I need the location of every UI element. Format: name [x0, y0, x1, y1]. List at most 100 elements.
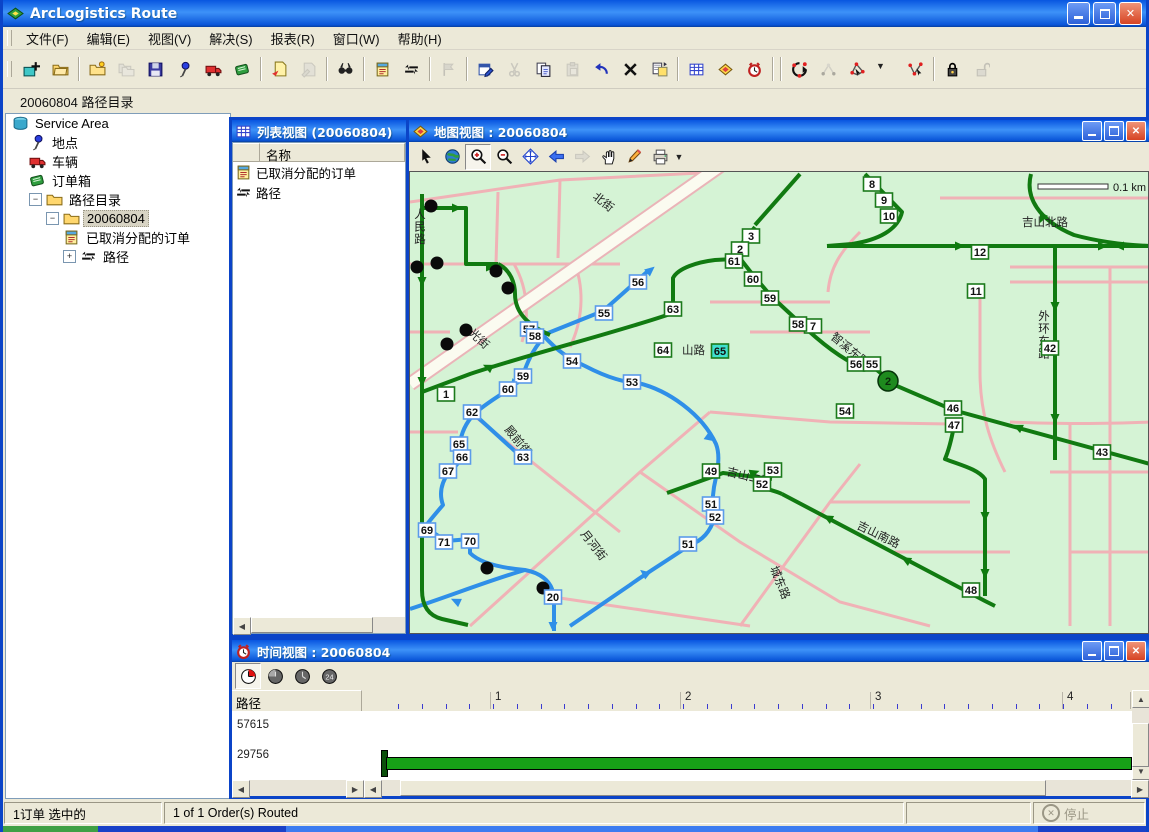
tree-item-Service Area[interactable]: Service Area: [6, 114, 230, 133]
unassigned-order-dot[interactable]: [441, 338, 454, 351]
scroll-left-button[interactable]: ◀: [233, 617, 251, 635]
map-stop-60[interactable]: 60: [500, 382, 517, 396]
map-stop-59[interactable]: 59: [762, 291, 779, 305]
toolbar-location-pin-button[interactable]: [170, 55, 199, 84]
toolbar-dropdown-button[interactable]: ▼: [872, 55, 901, 84]
toolbar-copy-button[interactable]: [529, 55, 558, 84]
map-stop-59[interactable]: 59: [515, 369, 532, 383]
unassigned-order-dot[interactable]: [481, 562, 494, 575]
map-stop-63[interactable]: 63: [665, 302, 682, 316]
menu-编辑(E)[interactable]: 编辑(E): [78, 27, 139, 50]
map-stop-71[interactable]: 71: [436, 535, 453, 549]
map-stop-66[interactable]: 66: [454, 450, 471, 464]
toolbar-network-cursor-button[interactable]: [843, 55, 872, 84]
unassigned-order-dot[interactable]: [411, 261, 424, 274]
timetool-clock-24-button[interactable]: 24: [316, 663, 342, 689]
tree-item-已取消分配的订单[interactable]: 已取消分配的订单: [6, 228, 230, 247]
toolbar-paste-new-button[interactable]: [645, 55, 674, 84]
maptool-zoom-out-button[interactable]: [491, 144, 517, 170]
time-minimize-button[interactable]: [1082, 641, 1102, 661]
maptool-globe-button[interactable]: [439, 144, 465, 170]
map-view-titlebar[interactable]: 地图视图 : 20060804 ✕: [409, 120, 1149, 142]
toolbar-new-folder-button[interactable]: [83, 55, 112, 84]
route-row-29756[interactable]: 29756: [237, 749, 269, 761]
map-stop-43[interactable]: 43: [1094, 445, 1111, 459]
toolbar-open-folder-button[interactable]: [46, 55, 75, 84]
map-stop-65[interactable]: 65: [451, 437, 468, 451]
toolbar-map-view-button[interactable]: [711, 55, 740, 84]
stop-button[interactable]: ✕ 停止: [1033, 802, 1145, 824]
maptool-pan-button[interactable]: [595, 144, 621, 170]
map-stop-62[interactable]: 62: [464, 405, 481, 419]
maptool-pointer-button[interactable]: [413, 144, 439, 170]
toolbar-new-service-area-button[interactable]: [17, 55, 46, 84]
scroll-thumb[interactable]: [1132, 723, 1149, 767]
map-close-button[interactable]: ✕: [1126, 121, 1146, 141]
map-stop-3[interactable]: 3: [743, 229, 760, 243]
menu-帮助(H)[interactable]: 帮助(H): [389, 27, 451, 50]
toolbar-time-view-button[interactable]: [740, 55, 769, 84]
map-stop-53[interactable]: 53: [765, 463, 782, 477]
map-stop-42[interactable]: 42: [1042, 341, 1059, 355]
map-stop-11[interactable]: 11: [968, 284, 985, 298]
menu-视图(V)[interactable]: 视图(V): [139, 27, 200, 50]
list-item-路径[interactable]: 路径: [233, 182, 405, 202]
toolbar-undo-button[interactable]: [587, 55, 616, 84]
scroll-left-button[interactable]: ◀: [364, 780, 382, 798]
map-stop-51[interactable]: 51: [703, 497, 720, 511]
list-hscrollbar[interactable]: ◀: [233, 617, 405, 633]
timetool-clock-shade-button[interactable]: [262, 663, 288, 689]
tree-item-路径目录[interactable]: −路径目录: [6, 190, 230, 209]
map-minimize-button[interactable]: [1082, 121, 1102, 141]
time-close-button[interactable]: ✕: [1126, 641, 1146, 661]
maptool-back-button[interactable]: [543, 144, 569, 170]
map-maximize-button[interactable]: [1104, 121, 1124, 141]
map-stop-65[interactable]: 65: [712, 344, 729, 358]
map-stop-47[interactable]: 47: [946, 418, 963, 432]
map-stop-55[interactable]: 55: [596, 306, 613, 320]
map-stop-52[interactable]: 52: [754, 477, 771, 491]
map-stop-70[interactable]: 70: [462, 534, 479, 548]
map-stop-58[interactable]: 58: [790, 317, 807, 331]
close-button[interactable]: ✕: [1119, 2, 1142, 25]
scroll-up-button[interactable]: ▲: [1132, 690, 1149, 708]
toolbar-orders-pad-button[interactable]: [368, 55, 397, 84]
time-vscrollbar[interactable]: ▲ ▼: [1132, 690, 1149, 780]
scroll-right-button[interactable]: ▶: [1131, 780, 1149, 798]
timetool-clock-quarter-button[interactable]: [235, 663, 261, 689]
unassigned-order-dot[interactable]: [490, 265, 503, 278]
time-view-titlebar[interactable]: 时间视图 : 20060804 ✕: [232, 640, 1149, 662]
tree-item-订单箱[interactable]: 订单箱: [6, 171, 230, 190]
tree-expander[interactable]: +: [63, 250, 76, 263]
toolbar-save-button[interactable]: [141, 55, 170, 84]
map-stop-52[interactable]: 52: [707, 510, 724, 524]
time-column-route[interactable]: 路径: [232, 690, 362, 711]
list-item-已取消分配的订单[interactable]: 已取消分配的订单: [233, 162, 405, 182]
tree-expander[interactable]: −: [29, 193, 42, 206]
map-stop-61[interactable]: 61: [726, 254, 743, 268]
map-stop-69[interactable]: 69: [419, 523, 436, 537]
toolbar-delete-button[interactable]: [616, 55, 645, 84]
map-stop-1[interactable]: 1: [438, 387, 455, 401]
maptool-dropdown-button[interactable]: ▼: [673, 144, 687, 170]
map-stop-49[interactable]: 49: [703, 464, 720, 478]
time-maximize-button[interactable]: [1104, 641, 1124, 661]
route-schedule-bar[interactable]: [386, 757, 1132, 770]
menu-解决(S)[interactable]: 解决(S): [200, 27, 261, 50]
scroll-left-button[interactable]: ◀: [232, 780, 250, 798]
maptool-pencil-button[interactable]: [621, 144, 647, 170]
menu-文件(F)[interactable]: 文件(F): [17, 27, 78, 50]
map-stop-8[interactable]: 8: [864, 177, 881, 191]
tree-expander[interactable]: −: [46, 212, 59, 225]
map-stop-67[interactable]: 67: [440, 464, 457, 478]
toolbar-vehicle-button[interactable]: [199, 55, 228, 84]
scroll-track[interactable]: [251, 617, 405, 633]
map-stop-56[interactable]: 56: [630, 275, 647, 289]
map-stop-9[interactable]: 9: [876, 193, 893, 207]
unassigned-order-dot[interactable]: [460, 324, 473, 337]
map-stop-64[interactable]: 64: [655, 343, 672, 357]
map-stop-12[interactable]: 12: [972, 245, 989, 259]
list-view-titlebar[interactable]: 列表视图 (20060804): [232, 120, 406, 142]
timetool-clock-plain-button[interactable]: [289, 663, 315, 689]
map-stop-55[interactable]: 55: [864, 357, 881, 371]
